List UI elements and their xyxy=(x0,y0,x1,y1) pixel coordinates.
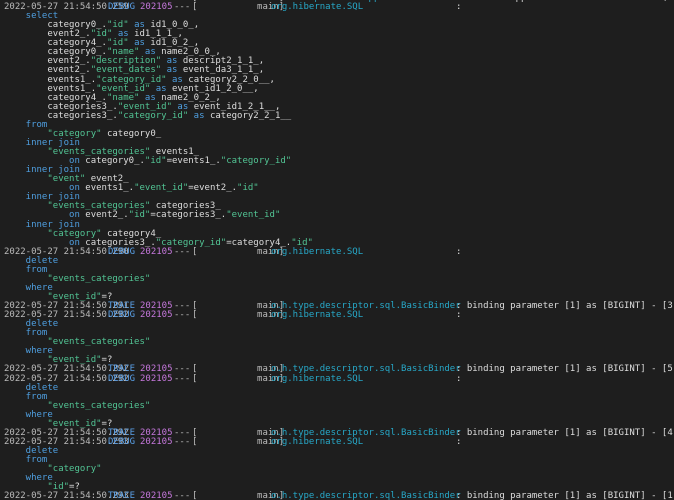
log-separator: --- xyxy=(174,2,191,13)
log-level: TRACE xyxy=(108,491,136,500)
log-logger: org.hibernate.SQL xyxy=(271,2,364,13)
log-message: : binding parameter [1] as [BIGINT] - [5… xyxy=(456,364,674,375)
log-line: 2022-05-27 21:54:50.293 TRACE 202105 ---[ m… xyxy=(0,492,674,500)
sql-line: where xyxy=(0,474,674,483)
sql-keyword: from xyxy=(25,264,48,275)
log-line: 2022-05-27 21:54:50.292 DEBUG 202105 ---[ m… xyxy=(0,373,674,384)
sql-identifier: "events_categories" xyxy=(47,337,151,348)
sql-line: on event2_."id"=categories3_."event_id" xyxy=(0,211,674,220)
log-message: : binding parameter [1] as [BIGINT] - [3… xyxy=(456,301,674,312)
sql-text: "events_categories" xyxy=(47,400,151,411)
sql-identifier: "event_id" xyxy=(226,210,281,221)
sql-keyword: from xyxy=(25,119,48,130)
sql-identifier: "events_categories" xyxy=(47,400,151,411)
log-message: : xyxy=(456,436,462,447)
log-level: DEBUG xyxy=(108,373,136,384)
sql-token: category0_ xyxy=(101,128,162,139)
log-message: : binding parameter [1] as [BIGINT] - [4… xyxy=(456,427,674,438)
sql-identifier: "event_id" xyxy=(134,183,189,194)
log-pid: 202105 xyxy=(140,246,173,257)
sql-keyword: from xyxy=(25,455,48,466)
sql-identifier: "category" xyxy=(47,464,102,475)
sql-keyword: as xyxy=(188,110,210,121)
sql-line: on events1_."event_id"=event2_."id" xyxy=(0,184,674,193)
sql-line: "events_categories" xyxy=(0,400,674,411)
sql-token: categories3_. xyxy=(47,110,118,121)
log-logger: o.h.type.descriptor.sql.BasicBinder xyxy=(271,491,461,500)
log-level: DEBUG xyxy=(108,246,136,257)
log-pid: 202105 xyxy=(140,2,173,13)
sql-token: event2_. xyxy=(85,210,129,221)
sql-line: delete xyxy=(0,383,674,393)
sql-token: =event2_. xyxy=(188,183,238,194)
sql-line: "category" category0_ xyxy=(0,128,674,139)
log-separator: --- xyxy=(174,246,191,257)
log-level: DEBUG xyxy=(108,310,136,321)
sql-text: "events_categories" xyxy=(47,273,151,284)
sql-keyword: from xyxy=(25,328,48,339)
sql-text: from xyxy=(25,119,48,130)
sql-token: category0_. xyxy=(85,156,145,167)
sql-text: from xyxy=(25,391,48,402)
sql-token: =categories3_. xyxy=(150,210,227,221)
sql-identifier: "category_id" xyxy=(220,156,292,167)
sql-identifier: "events_categories" xyxy=(47,273,151,284)
sql-text: from xyxy=(26,329,48,338)
log-message: : xyxy=(456,310,462,321)
log-pid: 202105 xyxy=(140,491,173,500)
log-line: 2022-05-27 21:54:50.290 DEBUG 202105 ---[ m… xyxy=(0,246,674,257)
sql-line: delete xyxy=(0,320,674,329)
log-logger: org.hibernate.SQL xyxy=(271,373,364,384)
sql-identifier: "id" xyxy=(237,183,259,194)
log-message: : xyxy=(456,2,462,13)
log-logger: org.hibernate.SQL xyxy=(271,436,364,447)
sql-text: "category" xyxy=(47,465,101,474)
log-pid: 202105 xyxy=(140,373,173,384)
sql-text: from xyxy=(25,264,48,275)
log-line: 2022-05-27 21:54:50.292 DEBUG 202105 ---[ m… xyxy=(0,311,674,320)
log-line: 2022-05-27 21:54:50.293 DEBUG 202105 ---[ m… xyxy=(0,436,674,447)
log-message: : binding parameter [1] as [BIGINT] - [1… xyxy=(456,491,674,500)
log-pid: 202105 xyxy=(140,436,173,447)
sql-token: =events1_. xyxy=(166,156,221,167)
sql-identifier: "id" xyxy=(128,210,151,221)
log-separator: --- xyxy=(174,491,191,500)
sql-text: on category0_."id"=events1_."category_id… xyxy=(69,157,291,166)
sql-token: events1_. xyxy=(85,183,135,194)
sql-identifier: "category_id" xyxy=(117,110,189,121)
log-separator: --- xyxy=(174,373,191,384)
sql-text: on event2_."id"=categories3_."event_id" xyxy=(69,211,280,220)
log-pid: 202105 xyxy=(140,310,173,321)
log-logger: org.hibernate.SQL xyxy=(271,310,364,321)
sql-line: delete xyxy=(0,447,674,456)
sql-identifier: "id" xyxy=(144,156,167,167)
terminal-console[interactable]: 2022-05-27 21:54:50.247INFO202105---[ ma… xyxy=(0,0,674,500)
sql-line: "category" xyxy=(0,465,674,474)
log-line: 2022-05-27 21:54:50.259 DEBUG 202105 ---[ m… xyxy=(0,3,674,12)
log-logger: org.hibernate.SQL xyxy=(271,246,364,257)
sql-line: on category0_."id"=events1_."category_id… xyxy=(0,157,674,166)
sql-keyword: from xyxy=(25,391,48,402)
log-level: DEBUG xyxy=(108,2,136,13)
sql-token: category2_2_1__ xyxy=(209,110,292,121)
log-message: : xyxy=(456,373,462,384)
sql-text: "events_categories" xyxy=(47,338,150,347)
sql-text: from xyxy=(26,456,48,465)
sql-text: categories3_."category_id" as category2_… xyxy=(47,110,292,121)
sql-line: "events_categories" xyxy=(0,273,674,284)
sql-text: on events1_."event_id"=event2_."id" xyxy=(69,184,259,193)
log-level: DEBUG xyxy=(108,436,136,447)
log-separator: --- xyxy=(174,436,191,447)
log-message: : xyxy=(456,246,462,257)
log-separator: --- xyxy=(174,310,191,321)
sql-line: "events_categories" xyxy=(0,338,674,347)
sql-line: delete xyxy=(0,256,674,266)
sql-line: categories3_."category_id" as category2_… xyxy=(0,110,674,121)
